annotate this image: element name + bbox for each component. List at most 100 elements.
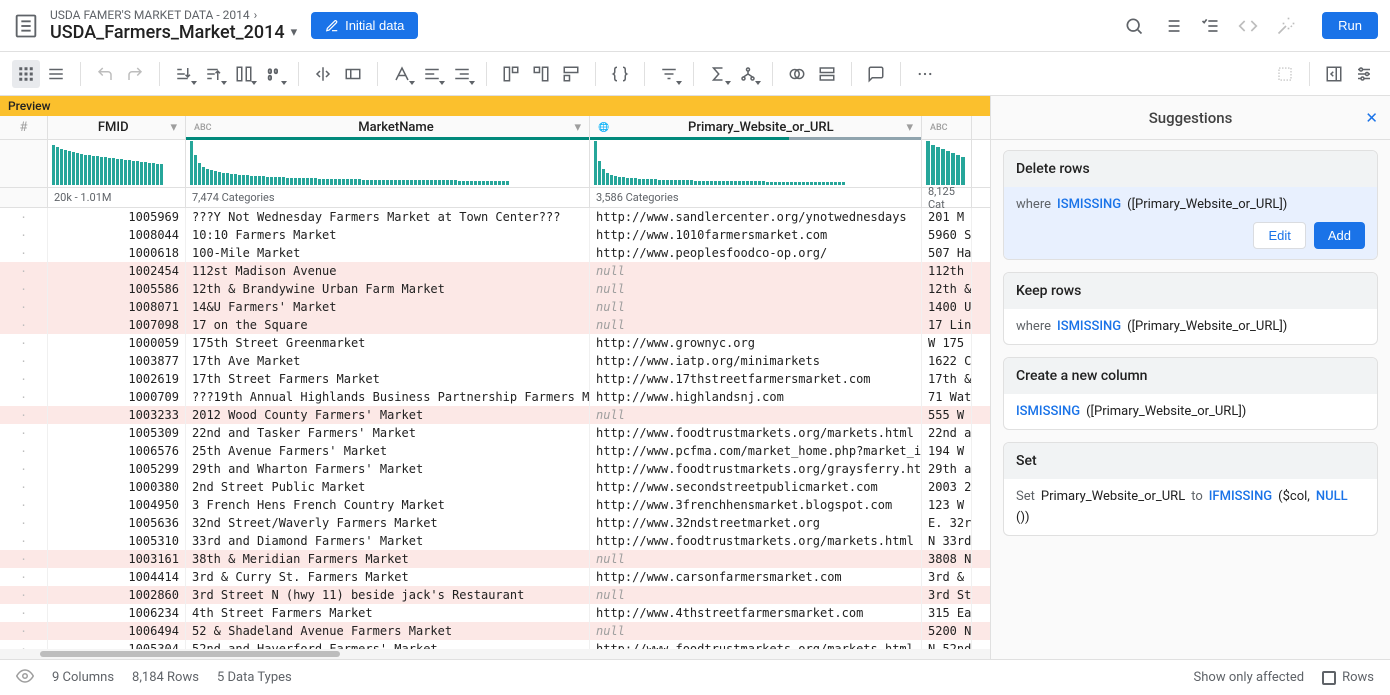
transpose-icon[interactable]	[557, 60, 585, 88]
column-header-fmid[interactable]: FMID▾	[48, 116, 186, 139]
suggestion-card[interactable]: SetSet Primary_Website_or_URL to IFMISSI…	[1003, 442, 1378, 536]
column-header-url[interactable]: 🌐Primary_Website_or_URL▾	[590, 116, 922, 139]
initial-data-button[interactable]: Initial data	[311, 12, 418, 39]
pivot-icon[interactable]	[497, 60, 525, 88]
table-row[interactable]: 1000059175th Street Greenmarkethttp://ww…	[0, 334, 990, 352]
data-body[interactable]: 1005969???Y Not Wednesday Farmers Market…	[0, 208, 990, 649]
table-row[interactable]: 100804410:10 Farmers Markethttp://www.10…	[0, 226, 990, 244]
suggestion-title: Delete rows	[1004, 151, 1377, 187]
checklist-icon[interactable]	[1200, 16, 1220, 36]
breadcrumb-area: USDA FAMER'S MARKET DATA - 2014› USDA_Fa…	[50, 8, 297, 43]
row-number-header: #	[0, 116, 48, 139]
histogram-row	[0, 140, 990, 188]
chevron-down-icon[interactable]: ▾	[574, 120, 581, 135]
filter-icon[interactable]	[655, 60, 683, 88]
table-row[interactable]: 100649452 & Shadeland Avenue Farmers Mar…	[0, 622, 990, 640]
table-row[interactable]: 100807114&U Farmers' Marketnull1400 U	[0, 298, 990, 316]
eye-icon[interactable]	[16, 667, 34, 689]
chevron-down-icon[interactable]: ▾	[170, 120, 177, 135]
svg-text:0: 0	[268, 74, 272, 82]
extract-icon[interactable]	[339, 60, 367, 88]
rows-checkbox[interactable]: Rows	[1322, 670, 1374, 685]
sort-desc-icon[interactable]	[200, 60, 228, 88]
preview-banner: Preview	[0, 96, 990, 116]
table-row[interactable]: 100563632nd Street/Waverly Farmers Marke…	[0, 514, 990, 532]
table-row[interactable]: 100387717th Ave Markethttp://www.iatp.or…	[0, 352, 990, 370]
number-format-icon[interactable]: 000	[260, 60, 288, 88]
suggestion-card[interactable]: Delete rowswhere ISMISSING([Primary_Webs…	[1003, 150, 1378, 260]
code-icon[interactable]	[1238, 16, 1258, 36]
table-row[interactable]: 1000709???19th Annual Highlands Business…	[0, 388, 990, 406]
settings-icon[interactable]	[1350, 60, 1378, 88]
unpivot-icon[interactable]	[527, 60, 555, 88]
suggestions-panel: Suggestions ✕ Delete rowswhere ISMISSING…	[990, 96, 1390, 659]
table-row[interactable]: 10049503 French Hens French Country Mark…	[0, 496, 990, 514]
grid-view-icon[interactable]	[12, 60, 40, 88]
wand-icon[interactable]	[1276, 16, 1296, 36]
search-icon[interactable]	[1124, 16, 1144, 36]
table-row[interactable]: 1002454112st Madison Avenuenull112th	[0, 262, 990, 280]
split-icon[interactable]	[309, 60, 337, 88]
chevron-down-icon[interactable]: ▾	[906, 120, 913, 135]
table-row[interactable]: 100261917th Street Farmers Markethttp://…	[0, 370, 990, 388]
table-row[interactable]: 100558612th & Brandywine Urban Farm Mark…	[0, 280, 990, 298]
table-row[interactable]: 100531033rd and Diamond Farmers' Marketh…	[0, 532, 990, 550]
horizontal-scrollbar[interactable]	[0, 649, 990, 659]
list-view-icon[interactable]	[42, 60, 70, 88]
topbar-actions: Run	[1124, 12, 1378, 39]
align-icon[interactable]	[418, 60, 446, 88]
table-row[interactable]: 100657625th Avenue Farmers' Markethttp:/…	[0, 442, 990, 460]
breadcrumb[interactable]: USDA FAMER'S MARKET DATA - 2014›	[50, 8, 297, 22]
column-header-marketname[interactable]: ABCMarketName▾	[186, 116, 590, 139]
table-row[interactable]: 100530922nd and Tasker Farmers' Marketht…	[0, 424, 990, 442]
comment-icon[interactable]	[862, 60, 890, 88]
table-row[interactable]: 100530452nd and Haverford Farmers' Marke…	[0, 640, 990, 649]
redo-icon[interactable]	[121, 60, 149, 88]
histogram-street[interactable]	[922, 140, 972, 187]
indent-icon[interactable]	[448, 60, 476, 88]
chevron-down-icon[interactable]: ▾	[291, 25, 298, 40]
status-rows: 8,184 Rows	[132, 670, 199, 685]
list-icon[interactable]	[1162, 16, 1182, 36]
suggestion-card[interactable]: Keep rowswhere ISMISSING([Primary_Websit…	[1003, 272, 1378, 345]
doc-title[interactable]: USDA_Farmers_Market_2014	[50, 22, 285, 43]
column-headers: # FMID▾ ABCMarketName▾ 🌐Primary_Website_…	[0, 116, 990, 140]
column-header-street[interactable]: ABC	[922, 116, 972, 139]
table-row[interactable]: 100316138th & Meridian Farmers Marketnul…	[0, 550, 990, 568]
table-row[interactable]: 10028603rd Street N (hwy 11) beside jack…	[0, 586, 990, 604]
suggestion-card[interactable]: Create a new columnISMISSING([Primary_We…	[1003, 357, 1378, 430]
histogram-fmid[interactable]	[48, 140, 186, 187]
selection-icon[interactable]	[1271, 60, 1299, 88]
more-icon[interactable]	[911, 60, 939, 88]
column-menu-icon[interactable]	[230, 60, 258, 88]
table-row[interactable]: 1005969???Y Not Wednesday Farmers Market…	[0, 208, 990, 226]
table-row[interactable]: 10003802nd Street Public Markethttp://ww…	[0, 478, 990, 496]
status-bar: 9 Columns 8,184 Rows 5 Data Types Show o…	[0, 659, 1390, 695]
histogram-market[interactable]	[186, 140, 590, 187]
join-icon[interactable]	[783, 60, 811, 88]
braces-icon[interactable]	[606, 60, 634, 88]
table-row[interactable]: 100709817 on the Squarenull17 Lin	[0, 316, 990, 334]
undo-icon[interactable]	[91, 60, 119, 88]
add-button[interactable]: Add	[1314, 222, 1365, 249]
status-types: 5 Data Types	[217, 670, 292, 685]
table-row[interactable]: 10062344th Street Farmers Markethttp://w…	[0, 604, 990, 622]
run-button[interactable]: Run	[1322, 12, 1378, 39]
topbar: USDA FAMER'S MARKET DATA - 2014› USDA_Fa…	[0, 0, 1390, 52]
union-icon[interactable]	[813, 60, 841, 88]
table-row[interactable]: 1000618100-Mile Markethttp://www.peoples…	[0, 244, 990, 262]
close-icon[interactable]: ✕	[1365, 109, 1378, 127]
table-row[interactable]: 10044143rd & Curry St. Farmers Markethtt…	[0, 568, 990, 586]
table-row[interactable]: 100529929th and Wharton Farmers' Marketh…	[0, 460, 990, 478]
sort-asc-icon[interactable]	[170, 60, 198, 88]
group-icon[interactable]	[734, 60, 762, 88]
toolbar: 000	[0, 52, 1390, 96]
status-columns: 9 Columns	[52, 670, 114, 685]
sigma-icon[interactable]	[704, 60, 732, 88]
text-format-icon[interactable]	[388, 60, 416, 88]
histogram-url[interactable]	[590, 140, 922, 187]
svg-text:0: 0	[274, 67, 278, 75]
edit-button[interactable]: Edit	[1253, 222, 1305, 249]
table-row[interactable]: 10032332012 Wood County Farmers' Marketn…	[0, 406, 990, 424]
panel-left-icon[interactable]	[1320, 60, 1348, 88]
